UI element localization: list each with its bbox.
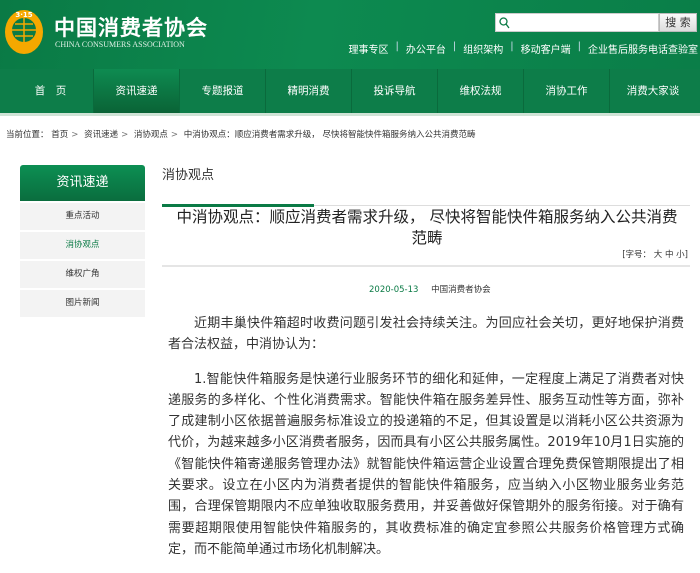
font-size-medium[interactable]: 中 xyxy=(665,250,674,260)
font-size-bracket: ] xyxy=(684,250,688,260)
font-size-control: [字号： 大 中 小] xyxy=(622,248,688,260)
article-body: 近期丰巢快件箱超时收费问题引发社会持续关注。为回应社会关切，更好地保护消费者合法… xyxy=(168,313,684,573)
main-nav: 首 页 资讯速递 专题报道 精明消费 投诉导航 维权法规 消协工作 消费大家谈 xyxy=(0,69,700,113)
link-office[interactable]: 办公平台 xyxy=(406,41,446,56)
search-input[interactable] xyxy=(495,13,659,32)
nav-laws[interactable]: 维权法规 xyxy=(438,69,524,113)
breadcrumb-label: 当前位置： xyxy=(6,130,49,140)
nav-smart-consumption[interactable]: 精明消费 xyxy=(266,69,352,113)
article-date: 2020-05-13 xyxy=(369,285,419,295)
nav-divider xyxy=(0,113,700,116)
font-size-label: [字号： xyxy=(622,250,652,260)
nav-topics[interactable]: 专题报道 xyxy=(180,69,266,113)
search-button[interactable]: 搜 索 xyxy=(659,13,697,32)
breadcrumb-current: 中消协观点：顺应消费者需求升级， 尽快将智能快件箱服务纳入公共消费范畴 xyxy=(183,130,476,140)
nav-home[interactable]: 首 页 xyxy=(8,69,94,113)
nav-news[interactable]: 资讯速递 xyxy=(94,69,180,113)
breadcrumb-home[interactable]: 首页 xyxy=(51,130,68,140)
svg-text:3·15: 3·15 xyxy=(15,11,32,19)
nav-complaints[interactable]: 投诉导航 xyxy=(352,69,438,113)
font-size-large[interactable]: 大 xyxy=(654,250,663,260)
breadcrumb-views[interactable]: 消协观点 xyxy=(134,130,168,140)
nav-forum[interactable]: 消费大家谈 xyxy=(610,69,696,113)
site-subtitle: CHINA CONSUMERS ASSOCIATION xyxy=(55,40,185,49)
site-title[interactable]: 中国消费者协会 xyxy=(54,12,208,42)
sidebar-item-activities[interactable]: 重点活动 xyxy=(20,203,145,230)
link-council[interactable]: 理事专区 xyxy=(349,41,389,56)
section-title: 消协观点 xyxy=(162,168,215,183)
article-source: 中国消费者协会 xyxy=(431,285,491,295)
search-icon xyxy=(499,16,510,28)
site-header: 3·15 中国消费者协会 CHINA CONSUMERS ASSOCIATION… xyxy=(0,0,700,69)
nav-work[interactable]: 消协工作 xyxy=(524,69,610,113)
link-service-phone[interactable]: 企业售后服务电话查验室 xyxy=(588,41,698,56)
search-bar: 搜 索 xyxy=(495,13,697,32)
article-meta: 2020-05-13 中国消费者协会 xyxy=(0,283,700,295)
article-divider xyxy=(162,265,690,267)
sidebar-title: 资讯速递 xyxy=(20,165,145,201)
article-paragraph: 近期丰巢快件箱超时收费问题引发社会持续关注。为回应社会关切，更好地保护消费者合法… xyxy=(168,316,684,353)
link-organization[interactable]: 组织架构 xyxy=(463,41,503,56)
breadcrumb-news[interactable]: 资讯速递 xyxy=(84,130,118,140)
cca-logo-icon[interactable]: 3·15 xyxy=(3,8,45,56)
font-size-small[interactable]: 小 xyxy=(676,250,685,260)
link-mobile[interactable]: 移动客户端 xyxy=(521,41,571,56)
article-paragraph: 1.智能快件箱服务是快递行业服务环节的细化和延伸，一定程度上满足了消费者对快递服… xyxy=(168,371,684,557)
sidebar-item-views[interactable]: 消协观点 xyxy=(20,232,145,259)
article-title: 中消协观点：顺应消费者需求升级， 尽快将智能快件箱服务纳入公共消费范畴 xyxy=(176,208,678,247)
top-links: 理事专区 | 办公平台 | 组织架构 | 移动客户端 | 企业售后服务电话查验室 xyxy=(348,41,699,56)
breadcrumb: 当前位置： 首页 > 资讯速递 > 消协观点 > 中消协观点：顺应消费者需求升级， 尽… xyxy=(6,130,476,140)
